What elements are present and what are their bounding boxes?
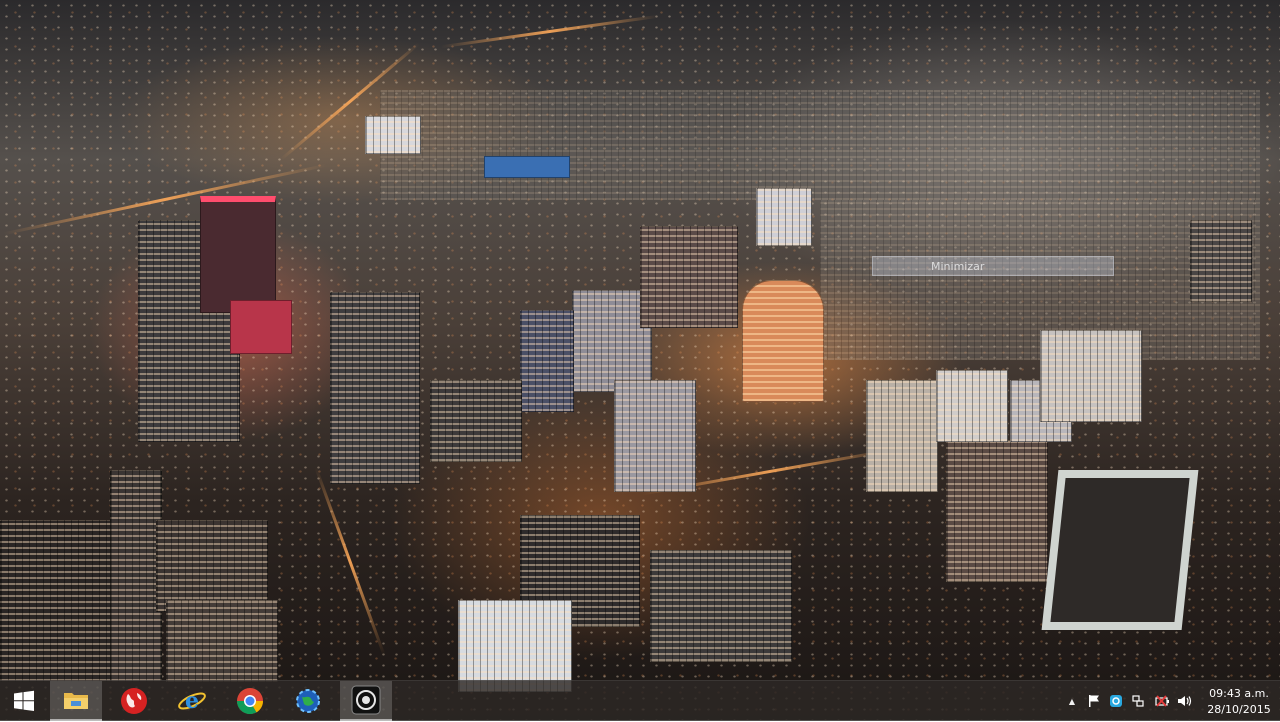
wallpaper-tower [156,520,268,612]
wallpaper-tower [230,300,292,354]
taskbar-internet-explorer[interactable]: e [168,681,216,721]
tray-dropbox[interactable] [1108,692,1124,710]
camera-app-icon [351,685,381,715]
wallpaper-tower [742,280,824,402]
tray-network[interactable] [1130,692,1146,710]
taskbar-chrome[interactable] [226,681,274,721]
wallpaper-tower [1041,470,1199,630]
dropbox-icon [1110,695,1122,707]
wallpaper-tower [430,380,522,462]
wallpaper-tower [0,520,112,682]
desktop-wallpaper[interactable]: Minimizar [0,0,1280,720]
gear-globe-icon [296,689,320,713]
wallpaper-billboard [484,156,570,178]
wallpaper-tower [365,116,421,154]
tray-flag[interactable] [1086,692,1102,710]
wallpaper-tower [200,196,276,313]
battery-icon [1155,695,1169,707]
tray-volume[interactable] [1176,692,1194,710]
wallpaper-tower [650,550,792,662]
wallpaper-tower [946,440,1048,582]
taskbar-globe-app[interactable] [110,681,158,721]
svg-text:e: e [185,688,199,714]
wallpaper-tower [614,380,696,492]
tray-battery[interactable] [1154,692,1170,710]
wallpaper-tower [458,600,572,692]
wallpaper-tower [110,470,162,682]
clock-date: 28/10/2015 [1207,703,1271,716]
taskbar-settings-globe-app[interactable] [284,681,332,721]
wallpaper-tower [520,310,574,412]
windows-start-icon [14,690,34,711]
network-icon [1132,695,1144,707]
wallpaper-tower [936,370,1008,442]
chrome-icon [236,688,264,715]
flag-icon [1089,695,1099,707]
clock-time: 09:43 a.m. [1209,687,1269,700]
wallpaper-tower [1040,330,1142,422]
desktop-tooltip-text: Minimizar [931,260,985,273]
wallpaper-tower [1190,220,1252,302]
globe-icon [121,688,147,714]
file-explorer-icon [64,693,88,709]
internet-explorer-icon: e [178,688,206,714]
wallpaper-tower [756,188,812,246]
taskbar-file-explorer[interactable] [50,681,102,721]
taskbar: e ▲ 09:43 a.m. 28/10/2015 [0,680,1280,721]
wallpaper-skyline [380,90,1260,200]
show-hidden-icons-button[interactable]: ▲ [1066,692,1078,710]
wallpaper-tower [330,292,420,484]
volume-icon [1178,696,1192,706]
taskbar-clock[interactable]: 09:43 a.m. 28/10/2015 [1204,683,1274,722]
wallpaper-tower [640,226,738,328]
wallpaper-tower [166,600,278,682]
wallpaper-tower [866,380,938,492]
start-button[interactable] [0,681,48,721]
taskbar-camera-app[interactable] [340,681,392,721]
